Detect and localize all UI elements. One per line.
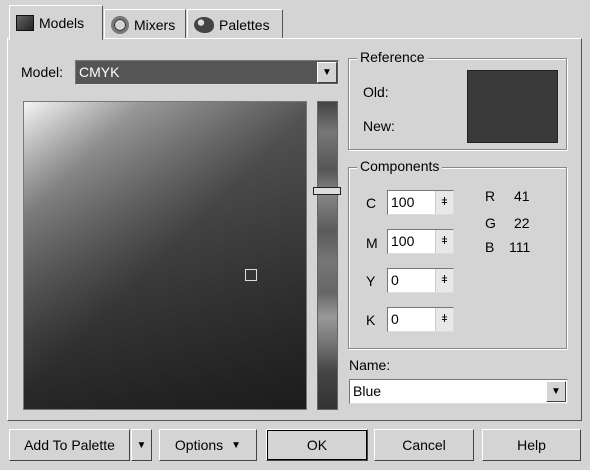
color-field[interactable] — [23, 101, 307, 410]
components-group: Components C 100 ǂ M 100 ǂ Y 0 ǂ K 0 ǂ R… — [348, 158, 567, 349]
c-value: 100 — [391, 194, 415, 210]
tab-mixers[interactable]: Mixers — [104, 9, 186, 39]
k-input[interactable]: 0 ǂ — [387, 307, 454, 332]
chevron-down-icon[interactable]: ▼ — [546, 381, 566, 402]
spin-icon[interactable]: ǂ — [435, 230, 453, 253]
c-label: C — [366, 195, 377, 211]
components-title: Components — [357, 158, 443, 174]
k-label: K — [366, 312, 376, 328]
tab-palettes[interactable]: Palettes — [187, 9, 283, 39]
color-picker-marker[interactable] — [245, 269, 257, 281]
options-label: Options — [174, 437, 224, 453]
reference-group: Reference Old: New: — [348, 49, 567, 150]
chevron-down-icon: ▼ — [136, 439, 147, 451]
tab-models-label: Models — [39, 15, 85, 31]
reference-title: Reference — [357, 49, 428, 65]
y-label: Y — [366, 273, 376, 289]
model-select-value: CMYK — [79, 64, 120, 80]
chevron-down-icon[interactable]: ▼ — [317, 62, 337, 83]
color-slider[interactable] — [317, 101, 338, 410]
help-label: Help — [517, 437, 546, 453]
tab-models[interactable]: Models — [9, 5, 103, 40]
m-input[interactable]: 100 ǂ — [387, 229, 454, 254]
palette-icon — [194, 16, 214, 33]
tab-mixers-label: Mixers — [134, 16, 176, 33]
b-value: 111 — [509, 239, 531, 255]
new-label: New: — [363, 118, 395, 134]
add-to-palette-dropdown[interactable]: ▼ — [131, 429, 152, 461]
old-label: Old: — [363, 84, 389, 100]
help-button[interactable]: Help — [482, 429, 581, 461]
model-label: Model: — [21, 64, 64, 80]
cancel-button[interactable]: Cancel — [374, 429, 474, 461]
name-label: Name: — [349, 357, 391, 373]
slider-handle[interactable] — [313, 187, 341, 195]
m-value: 100 — [391, 233, 415, 249]
g-label: G — [485, 215, 496, 231]
ring-icon — [111, 15, 129, 34]
name-select[interactable]: Blue ▼ — [349, 379, 568, 404]
b-label: B — [485, 239, 495, 255]
cube-icon — [16, 15, 34, 31]
models-panel: Model: CMYK ▼ Reference Old: New: Compon… — [7, 38, 582, 421]
spin-icon[interactable]: ǂ — [435, 308, 453, 331]
g-value: 22 — [514, 215, 530, 231]
ok-button[interactable]: OK — [266, 429, 368, 461]
spin-icon[interactable]: ǂ — [435, 191, 453, 214]
k-value: 0 — [391, 311, 399, 327]
c-input[interactable]: 100 ǂ — [387, 190, 454, 215]
y-input[interactable]: 0 ǂ — [387, 268, 454, 293]
cancel-label: Cancel — [402, 437, 446, 453]
options-button[interactable]: Options ▼ — [159, 429, 257, 461]
tab-palettes-label: Palettes — [219, 16, 270, 33]
r-value: 41 — [514, 188, 530, 204]
model-select[interactable]: CMYK ▼ — [75, 60, 339, 85]
reference-swatch — [467, 70, 558, 143]
spin-icon[interactable]: ǂ — [435, 269, 453, 292]
r-label: R — [485, 188, 496, 204]
y-value: 0 — [391, 272, 399, 288]
chevron-down-icon: ▼ — [231, 439, 242, 451]
name-select-value: Blue — [353, 383, 382, 399]
add-to-palette-button[interactable]: Add To Palette — [9, 429, 130, 461]
add-to-palette-label: Add To Palette — [24, 437, 115, 453]
ok-label: OK — [306, 437, 328, 453]
m-label: M — [366, 235, 378, 251]
